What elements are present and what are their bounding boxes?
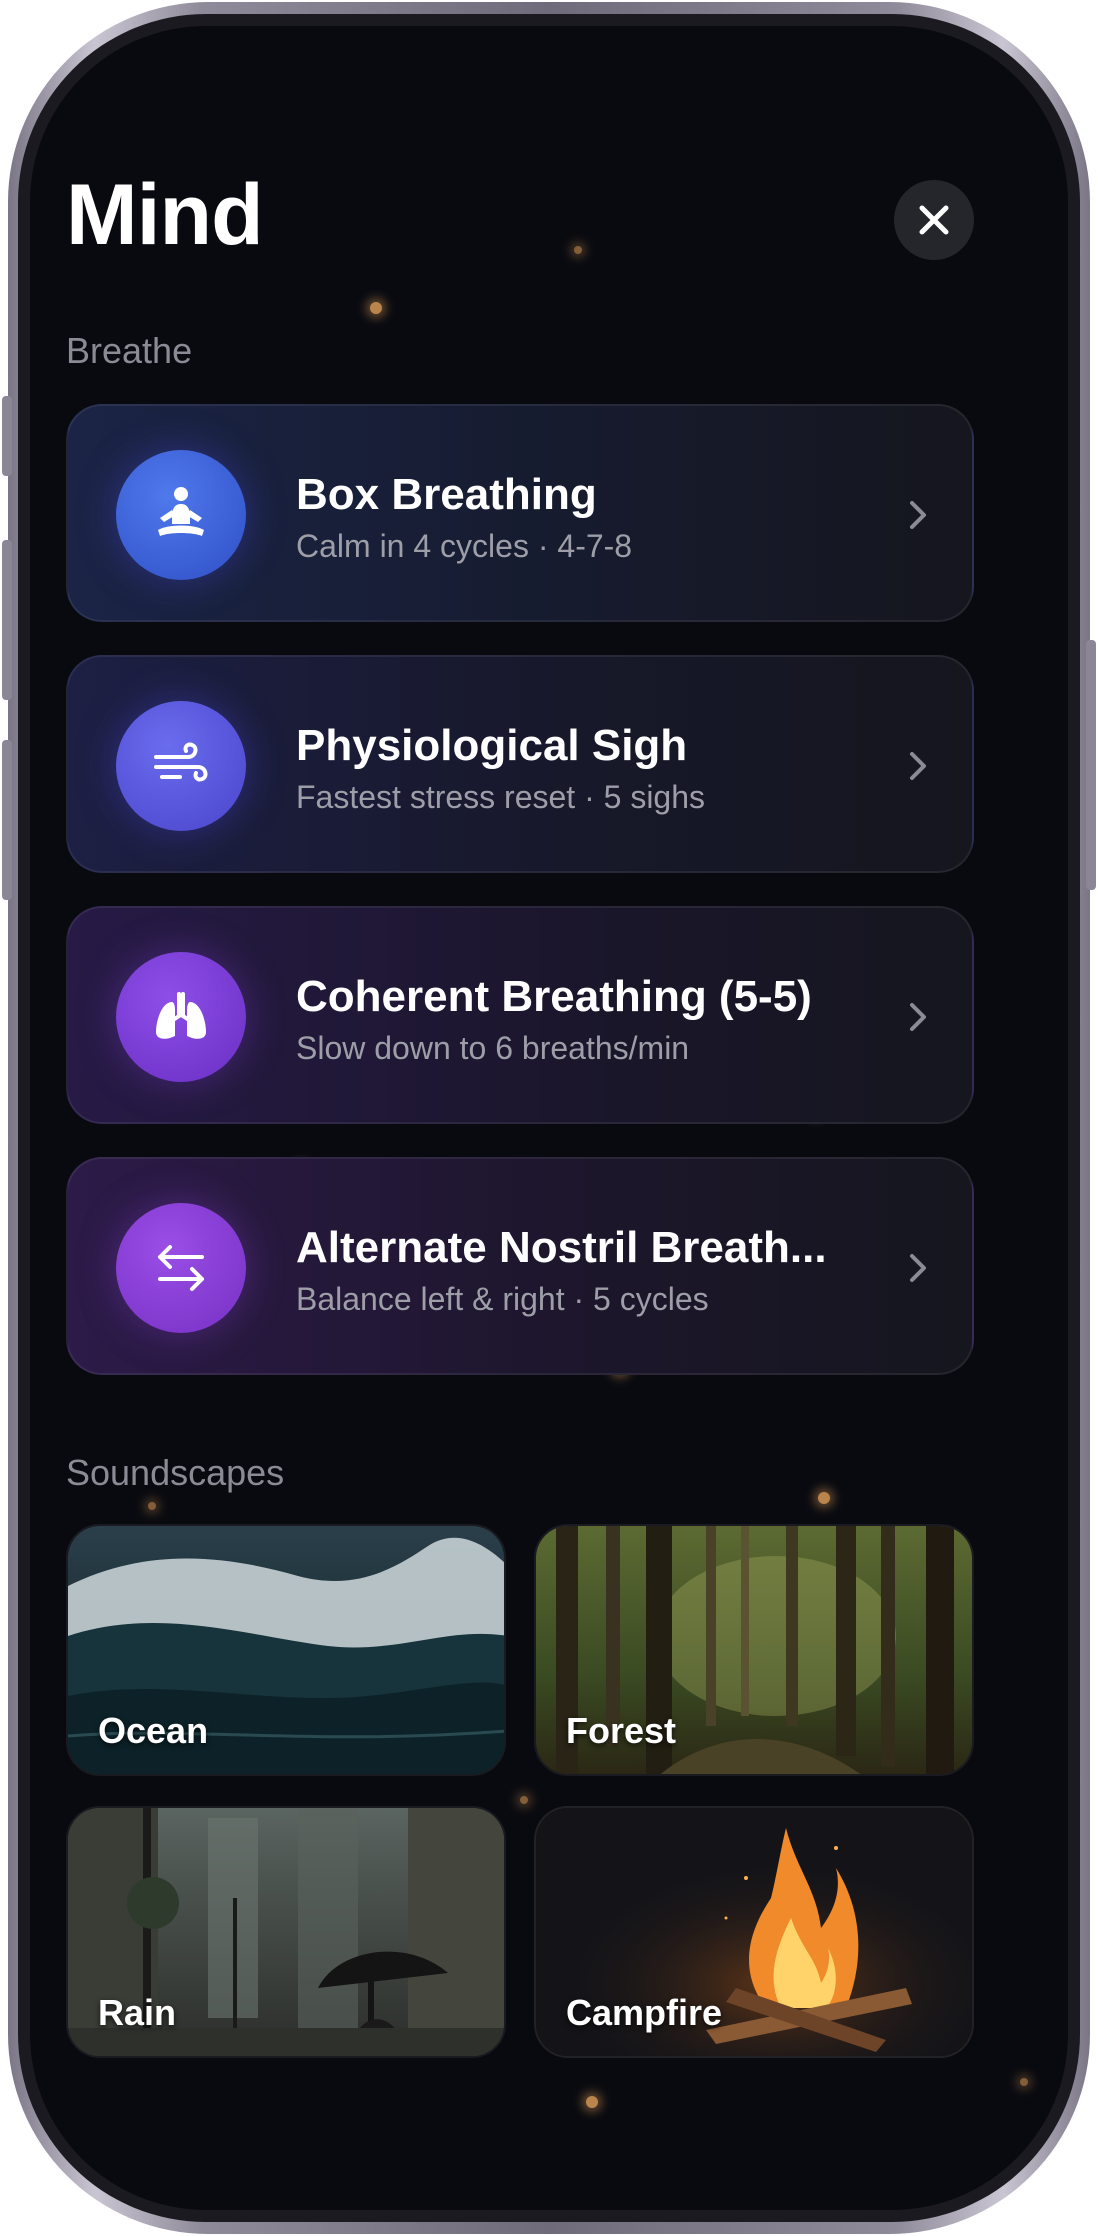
card-subtitle: Fastest stress reset · 5 sighs xyxy=(296,779,706,815)
arrows-swap-icon xyxy=(116,1203,246,1333)
wind-icon xyxy=(116,701,246,831)
tile-label: Ocean xyxy=(98,1710,209,1751)
close-icon xyxy=(919,205,949,235)
ambient-particle xyxy=(520,1796,528,1804)
tile-label: Rain xyxy=(98,1992,177,2033)
close-button[interactable] xyxy=(894,180,974,260)
tile-label: Forest xyxy=(566,1710,677,1751)
lungs-icon xyxy=(116,952,246,1082)
volume-up-button xyxy=(2,540,12,700)
volume-down-button xyxy=(2,740,12,900)
card-title: Physiological Sigh xyxy=(296,721,688,770)
card-subtitle: Balance left & right · 5 cycles xyxy=(296,1281,709,1317)
ambient-particle xyxy=(818,1492,830,1504)
meditation-icon xyxy=(116,450,246,580)
power-button xyxy=(1086,640,1096,890)
card-title: Coherent Breathing (5-5) xyxy=(296,972,812,1021)
soundscape-tile-forest[interactable]: Forest xyxy=(534,1524,974,1776)
chevron-right-icon xyxy=(910,1254,926,1282)
ambient-particle xyxy=(1020,2078,1028,2086)
soundscape-tile-campfire[interactable]: Campfire xyxy=(534,1806,974,2058)
breath-card-coherent-breathing[interactable]: Coherent Breathing (5-5) Slow down to 6 … xyxy=(66,906,974,1124)
ambient-particle xyxy=(586,2096,598,2108)
breath-card-box-breathing[interactable]: Box Breathing Calm in 4 cycles · 4-7-8 xyxy=(66,404,974,622)
mute-switch xyxy=(2,396,12,476)
soundscape-tile-rain[interactable]: Rain xyxy=(66,1806,506,2058)
ambient-particle xyxy=(574,246,582,254)
chevron-right-icon xyxy=(910,501,926,529)
card-title: Alternate Nostril Breath... xyxy=(296,1223,827,1272)
page-title: Mind xyxy=(66,167,264,263)
card-title: Box Breathing xyxy=(296,470,597,519)
ambient-particle xyxy=(148,1502,156,1510)
card-subtitle: Slow down to 6 breaths/min xyxy=(296,1030,690,1066)
section-label-soundscapes: Soundscapes xyxy=(66,1452,285,1493)
card-subtitle: Calm in 4 cycles · 4-7-8 xyxy=(296,528,633,564)
soundscape-tile-ocean[interactable]: Ocean xyxy=(66,1524,506,1776)
ambient-particle xyxy=(370,302,382,314)
chevron-right-icon xyxy=(910,1003,926,1031)
section-label-breathe: Breathe xyxy=(66,330,193,371)
breath-card-alternate-nostril[interactable]: Alternate Nostril Breath... Balance left… xyxy=(66,1157,974,1375)
chevron-right-icon xyxy=(910,752,926,780)
tile-label: Campfire xyxy=(566,1992,723,2033)
breath-card-physiological-sigh[interactable]: Physiological Sigh Fastest stress reset … xyxy=(66,655,974,873)
